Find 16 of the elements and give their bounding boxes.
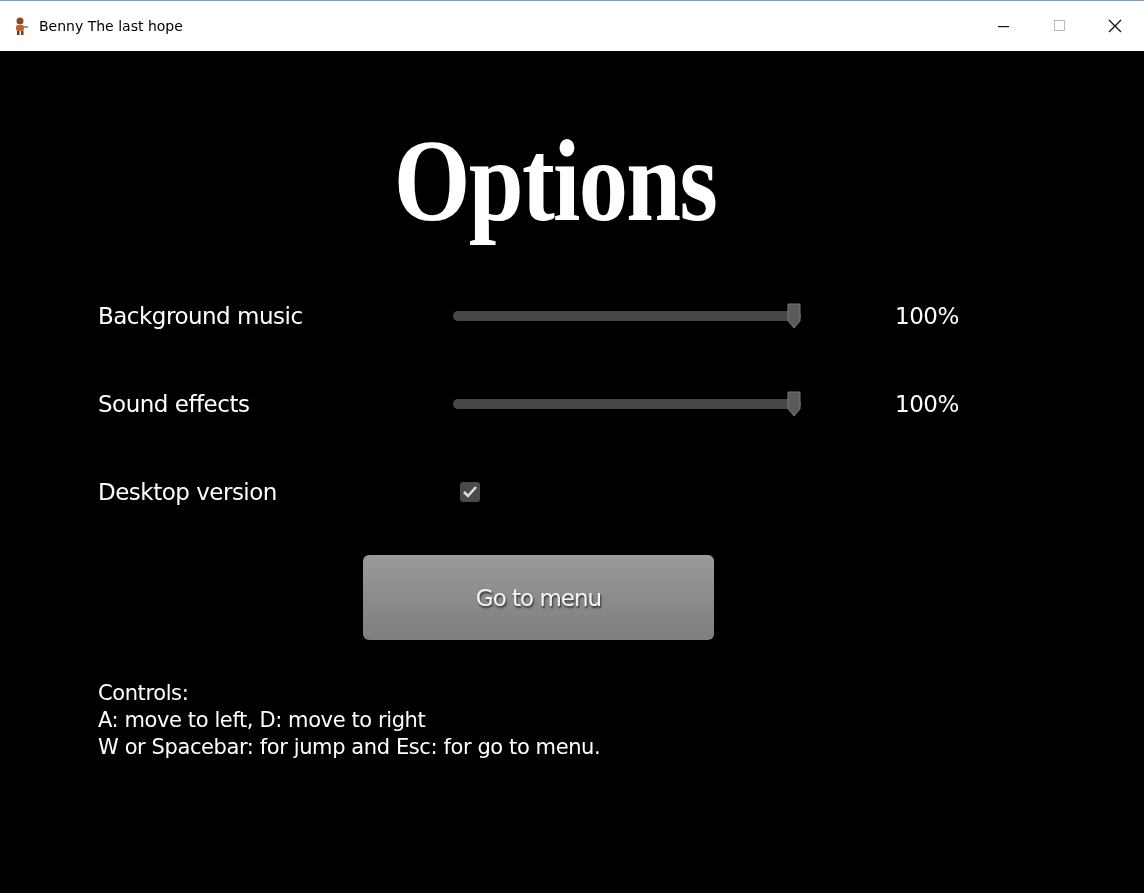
slider-thumb[interactable] xyxy=(787,391,801,417)
setting-label: Sound effects xyxy=(98,390,251,419)
app-icon xyxy=(13,17,29,35)
checkbox[interactable] xyxy=(459,481,481,503)
help-text: W or Spacebar: for jump and Esc: for go to menu. xyxy=(98,734,602,761)
go-to-menu-button[interactable]: Go to menu xyxy=(363,555,714,640)
slider-thumb[interactable] xyxy=(787,303,801,329)
help-text: Controls: xyxy=(98,680,190,707)
window-title: Benny The last hope xyxy=(39,18,183,34)
setting-label: Desktop version xyxy=(98,478,278,507)
slider-track[interactable] xyxy=(453,303,801,329)
setting-label: Background music xyxy=(98,302,304,331)
volume-reading: 100% xyxy=(895,390,960,419)
help-text: A: move to left, D: move to right xyxy=(98,707,427,734)
volume-reading: 100% xyxy=(895,302,960,331)
slider-track[interactable] xyxy=(453,391,801,417)
